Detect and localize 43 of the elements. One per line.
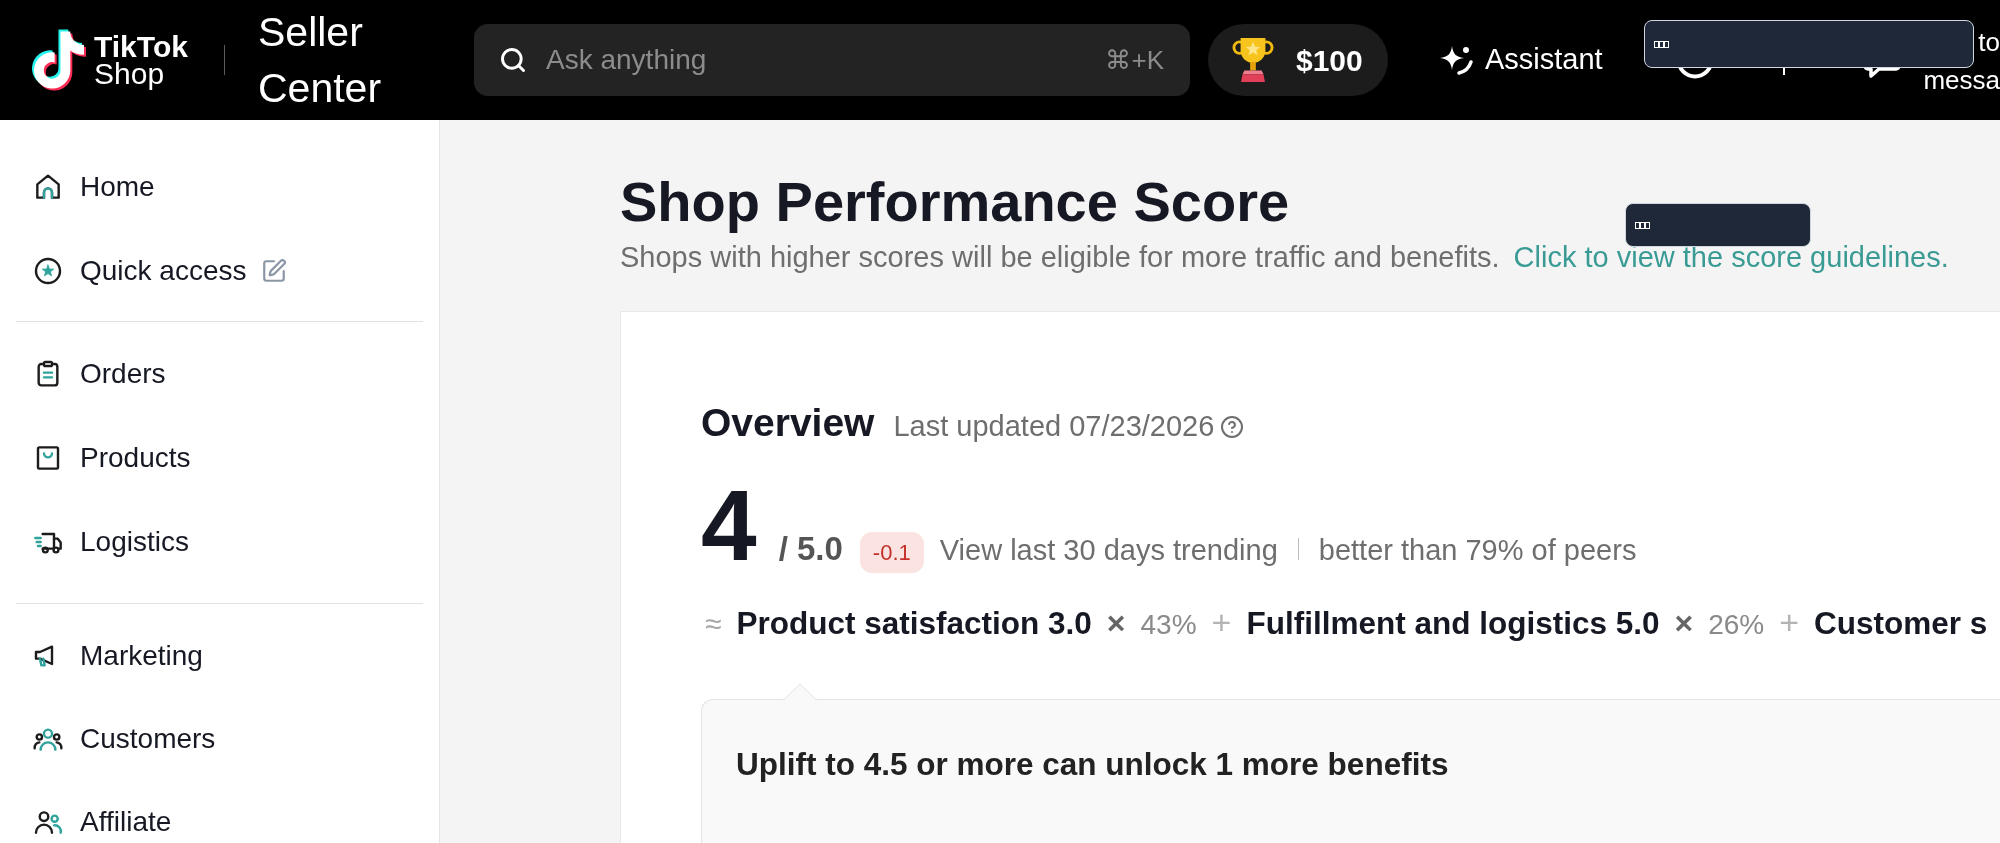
change-badge: -0.1 [859,532,924,573]
sidebar-item[interactable]: Orders [32,354,166,394]
multiply-symbol: × [1674,604,1694,643]
reward-badge[interactable]: $100 [1208,24,1388,96]
placeholder-glyph-icon [1654,40,1669,48]
help-icon[interactable] [1220,415,1245,439]
star-circle-icon [32,255,64,287]
cut-off-text[interactable]: messa [1923,70,2000,90]
section-title: Overview [701,400,875,446]
edit-icon[interactable] [260,258,287,284]
max-score: / 5.0 [778,529,843,569]
music-note-icon [32,29,86,91]
shortcut-hint: ⌘+K [1105,44,1164,76]
sidebar-item[interactable]: Marketing [32,636,203,676]
approx-symbol: ≈ [705,606,722,642]
last-updated-text: Last updated 07/23/2026 [893,409,1215,444]
benefits-message: Uplift to 4.5 or more can unlock 1 more benefits [736,746,1449,782]
page-subtitle: Shops with higher scores will be eligible for more traffic and benefits. Click to view the score guidelines. [620,240,1949,275]
sidebar-item[interactable]: Products [32,438,191,478]
sidebar-item[interactable]: Quick access [32,251,247,291]
sidebar-item[interactable]: Customers [32,719,216,759]
weight-percent: 26% [1708,608,1765,642]
metric-label: Fulfillment and logistics 5.0 [1246,604,1660,643]
trend-link[interactable]: View last 30 days trending [939,529,1278,573]
metric-label: Customer s [1814,604,1988,643]
weight-percent: 43% [1140,608,1197,642]
assistant-button[interactable]: Assistant [1438,38,1603,82]
plus-symbol: + [1211,602,1232,642]
plus-symbol: + [1779,602,1800,642]
peer-comparison: better than 79% of peers [1318,533,1637,568]
page-title: Shop Performance Score [620,170,1290,234]
sidebar-item[interactable]: Logistics [32,522,189,562]
product-name: Seller Center [258,8,383,113]
placeholder-glyph-icon [1635,221,1650,229]
search-icon [499,46,527,74]
cut-off-text[interactable]: to [1978,32,2000,52]
score-value: 4 [701,475,757,575]
trophy-icon [1232,35,1274,85]
sidebar-item[interactable]: Affiliate [32,802,172,842]
metric-label: Product satisfaction 3.0 [736,604,1092,643]
sidebar-item[interactable]: Home [32,167,155,207]
logo-text: TikTok [94,33,188,60]
multiply-symbol: × [1106,604,1126,643]
